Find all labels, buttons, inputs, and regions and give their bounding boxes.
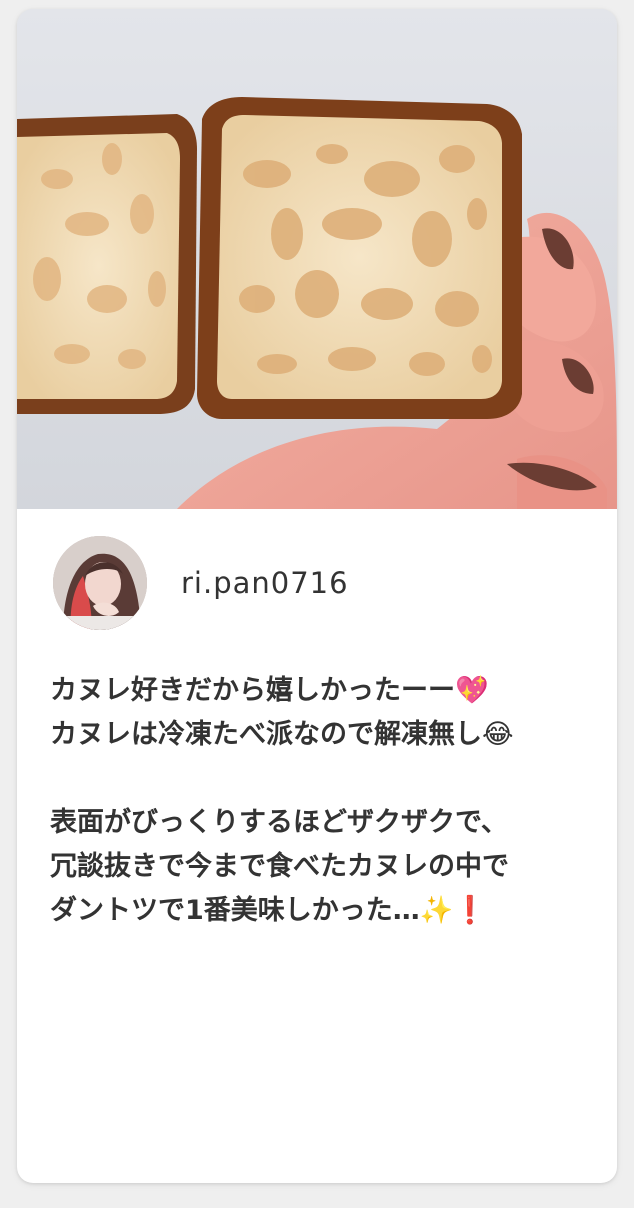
post-author[interactable]: ri.pan0716 (53, 535, 349, 631)
caption-line: カヌレは冷凍たべ派なので解凍無し😂 (50, 719, 514, 750)
post-card[interactable]: ri.pan0716 カヌレ好きだから嬉しかったーー💖 カヌレは冷凍たべ派なので… (17, 9, 617, 1183)
caption-line: 冗談抜きで今まで食べたカヌレの中で (50, 851, 509, 882)
post-photo[interactable] (17, 9, 617, 509)
caption-line: カヌレ好きだから嬉しかったーー💖 (50, 675, 489, 706)
caption-line: 表面がびっくりするほどザクザクで、 (50, 807, 508, 838)
canele-bread-photo-image (17, 9, 617, 509)
caption-line: ダントツで1番美味しかった…✨❗ (50, 895, 488, 926)
user-avatar[interactable] (53, 536, 147, 630)
post-caption: カヌレ好きだから嬉しかったーー💖 カヌレは冷凍たべ派なので解凍無し😂 表面がびっ… (50, 669, 598, 933)
username[interactable]: ri.pan0716 (181, 566, 349, 600)
user-avatar-image (53, 536, 147, 630)
